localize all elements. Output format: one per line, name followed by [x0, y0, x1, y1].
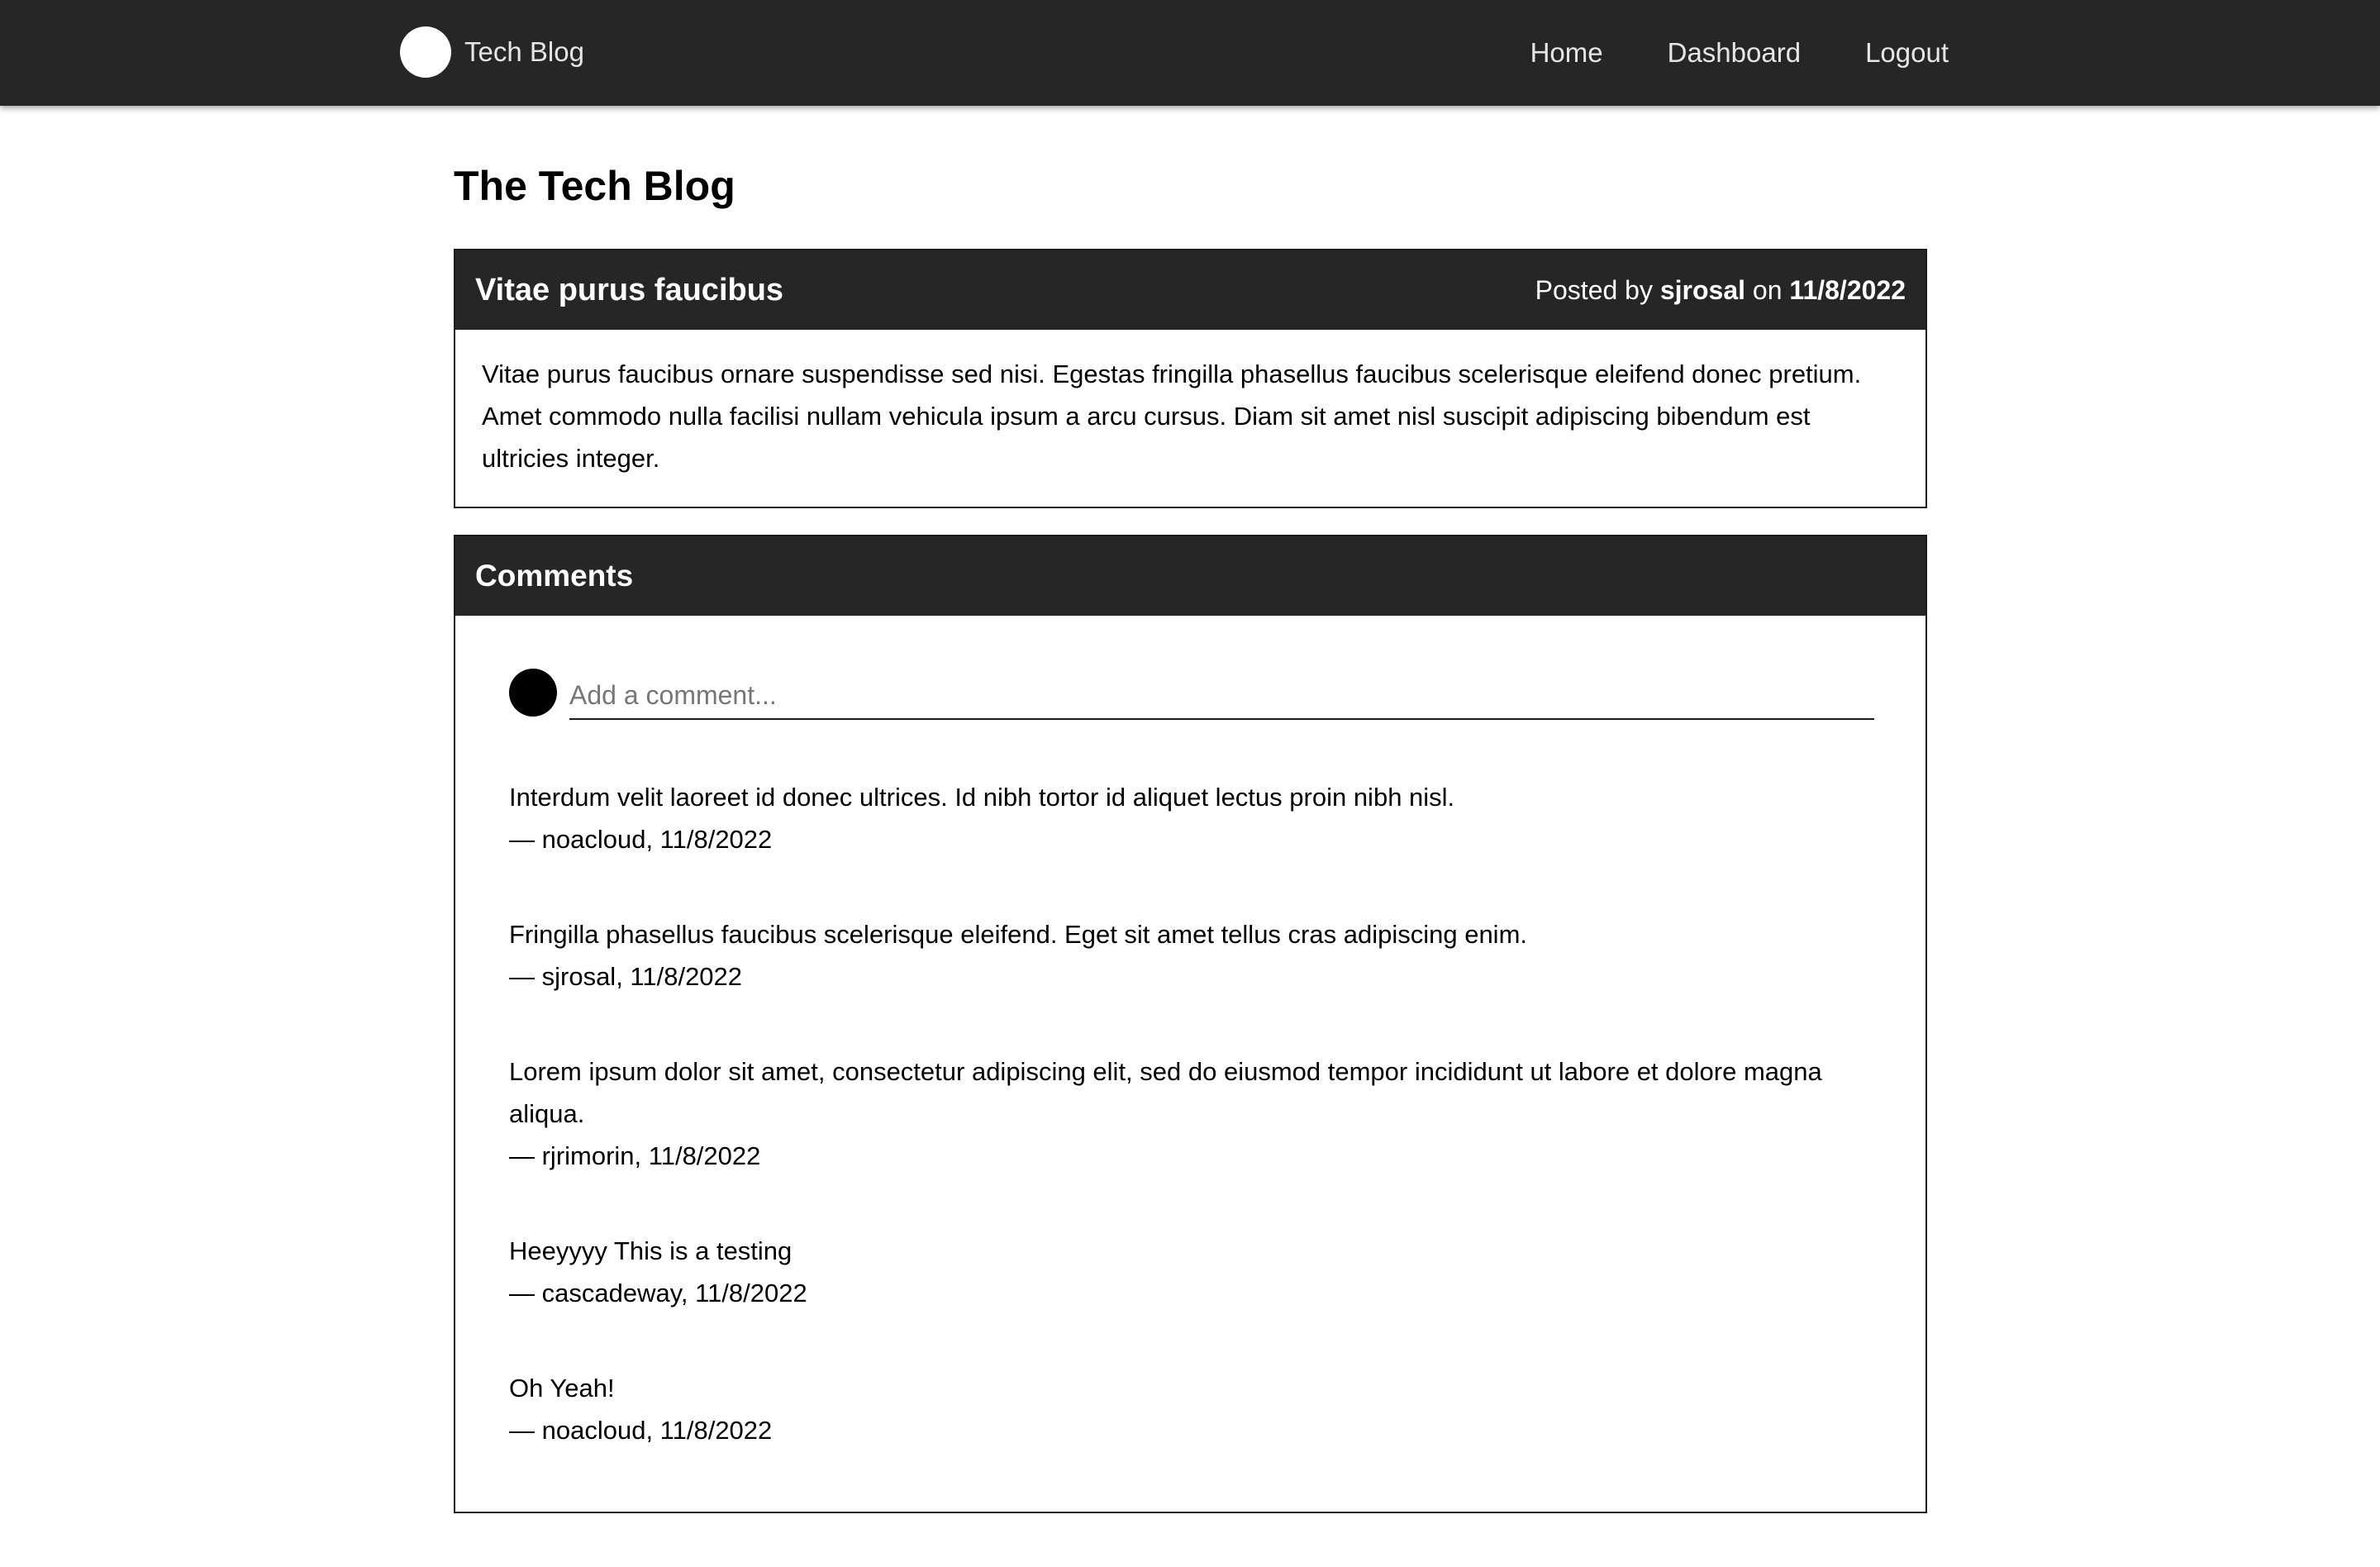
nav-link-home[interactable]: Home — [1530, 37, 1603, 69]
comment-text: Oh Yeah! — [509, 1374, 615, 1403]
comment-text: Interdum velit laoreet id donec ultrices… — [509, 783, 1455, 812]
comment-byline: — noacloud, 11/8/2022 — [509, 825, 773, 854]
post-meta: Posted by sjrosal on 11/8/2022 — [1535, 275, 1906, 306]
nav-link-logout[interactable]: Logout — [1865, 37, 1949, 69]
page-title: The Tech Blog — [454, 163, 735, 209]
user-avatar-icon — [509, 669, 557, 717]
comment-byline: — rjrimorin, 11/8/2022 — [509, 1141, 761, 1170]
comments-header: Comments — [455, 536, 1925, 616]
comment-item: Lorem ipsum dolor sit amet, consectetur … — [509, 1050, 1876, 1177]
comment-byline: — noacloud, 11/8/2022 — [509, 1416, 773, 1445]
post-header: Vitae purus faucibus Posted by sjrosal o… — [455, 250, 1925, 330]
logo-circle-icon — [400, 26, 451, 78]
on-label: on — [1752, 274, 1783, 305]
post-card: Vitae purus faucibus Posted by sjrosal o… — [454, 249, 1927, 508]
brand[interactable]: Tech Blog — [400, 26, 584, 78]
comments-list: Interdum velit laoreet id donec ultrices… — [509, 776, 1876, 1451]
comment-form — [509, 669, 1876, 728]
comment-text: Fringilla phasellus faucibus scelerisque… — [509, 920, 1528, 949]
comment-text: Heeyyyy This is a testing — [509, 1236, 793, 1265]
comment-input[interactable] — [569, 672, 1874, 720]
comment-text: Lorem ipsum dolor sit amet, consectetur … — [509, 1057, 1822, 1128]
comment-item: Oh Yeah! — noacloud, 11/8/2022 — [509, 1367, 1876, 1451]
nav-links: Home Dashboard Logout — [1530, 0, 1949, 106]
comment-byline: — sjrosal, 11/8/2022 — [509, 962, 743, 991]
comment-item: Heeyyyy This is a testing — cascadeway, … — [509, 1230, 1876, 1314]
comments-title: Comments — [475, 559, 634, 593]
post-author: sjrosal — [1659, 274, 1746, 305]
post-body: Vitae purus faucibus ornare suspendisse … — [482, 360, 1862, 473]
post-date: 11/8/2022 — [1789, 274, 1906, 305]
nav-link-dashboard[interactable]: Dashboard — [1668, 37, 1801, 69]
comments-card: Comments Interdum velit laoreet id donec… — [454, 535, 1927, 1513]
top-navbar: Tech Blog Home Dashboard Logout — [0, 0, 2380, 106]
comment-item: Interdum velit laoreet id donec ultrices… — [509, 776, 1876, 860]
comment-byline: — cascadeway, 11/8/2022 — [509, 1279, 807, 1307]
comment-item: Fringilla phasellus faucibus scelerisque… — [509, 913, 1876, 998]
posted-by-label: Posted by — [1535, 274, 1653, 305]
brand-name: Tech Blog — [464, 36, 584, 67]
post-title: Vitae purus faucibus — [475, 272, 784, 307]
